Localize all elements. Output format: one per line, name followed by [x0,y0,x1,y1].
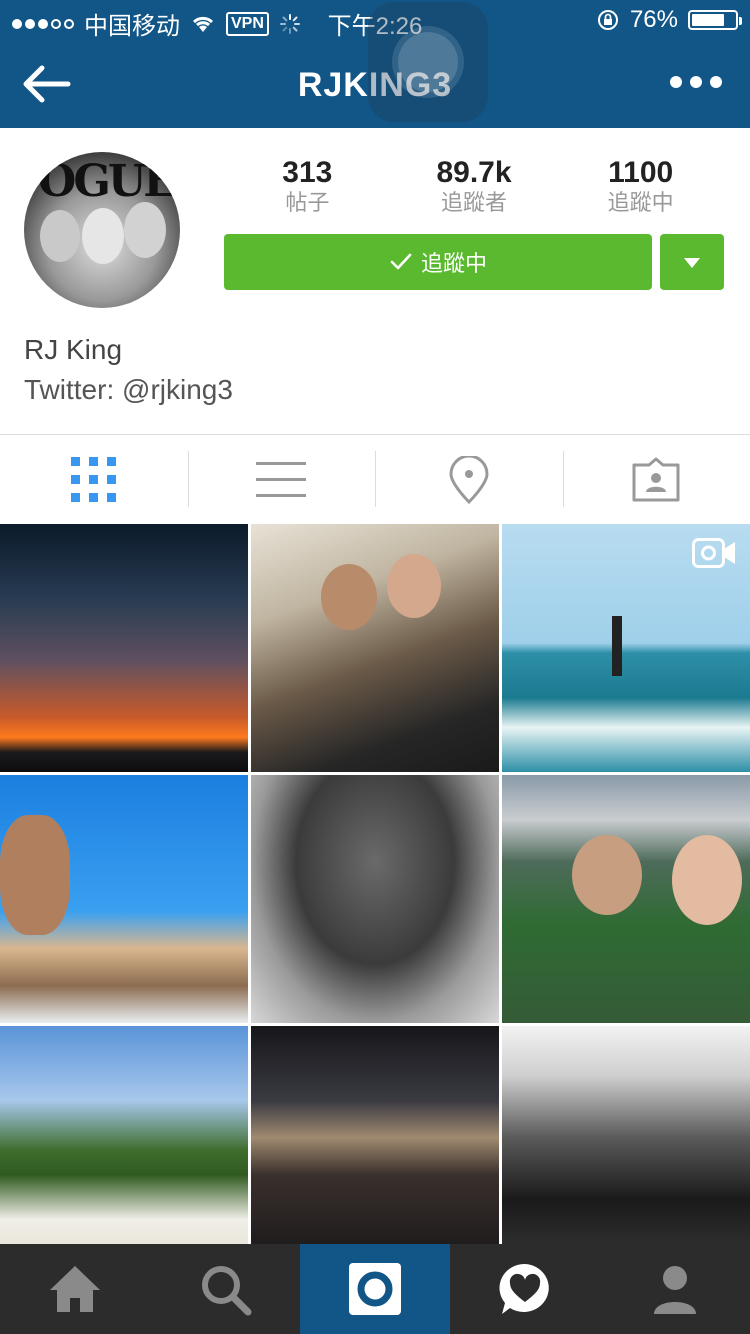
following-label: 追蹤中 [607,190,674,215]
grid-photo-group-bw[interactable] [502,1026,750,1244]
assistive-touch-button[interactable] [368,2,488,122]
search-icon [202,1266,252,1316]
checkmark-icon [390,253,412,270]
grid-photo-night-palm-selfie[interactable] [251,1026,499,1244]
home-icon [50,1266,100,1312]
tab-grid-view[interactable] [0,435,188,524]
followers-stat[interactable]: 89.7k 追蹤者 [391,156,558,216]
tab-activity[interactable] [450,1244,600,1334]
posts-count: 313 [282,156,333,189]
tab-tagged[interactable] [562,435,750,524]
profile-header: OGUE 313 帖子 89.7k 追蹤者 1100 追蹤中 追蹤中 RJ Ki… [0,128,750,434]
followers-label: 追蹤者 [441,190,508,215]
grid-photo-two-men-hug[interactable] [251,524,499,772]
list-icon [256,461,307,497]
heart-bubble-icon [499,1263,549,1314]
grid-photo-mud-bath[interactable] [251,775,499,1023]
photo-grid [0,524,750,1244]
video-icon [692,538,735,568]
profile-name: RJ King [24,334,123,365]
location-pin-icon [449,455,489,504]
tagged-person-icon [632,457,680,501]
following-button[interactable]: 追蹤中 [224,234,652,290]
grid-icon [70,456,116,502]
following-stat[interactable]: 1100 追蹤中 [557,156,724,216]
profile-bio[interactable]: Twitter: @rjking3 [24,374,233,406]
avatar[interactable]: OGUE [24,152,180,308]
grid-photo-boat-group[interactable] [0,775,248,1023]
rotation-lock-icon [597,10,618,30]
grid-photo-beach-palm[interactable] [0,1026,248,1244]
grid-photo-stadium-selfie[interactable] [502,775,750,1023]
more-options-icon[interactable] [670,76,722,88]
header: 中国移动 VPN 下午2:26 76% RJKING3 [0,0,750,128]
grid-photo-sunset-sky[interactable] [0,524,248,772]
suggestions-dropdown-button[interactable] [660,234,724,290]
bottom-tab-bar [0,1244,750,1334]
posts-label: 帖子 [285,190,330,215]
battery-percent: 76% [629,6,678,33]
battery-icon [688,10,742,30]
avatar-magazine-title: OGUE [38,156,177,207]
tab-search[interactable] [150,1244,300,1334]
followers-count: 89.7k [436,156,512,189]
posts-stat[interactable]: 313 帖子 [224,156,391,216]
profile-stats: 313 帖子 89.7k 追蹤者 1100 追蹤中 [224,156,724,216]
grid-photo-flyboard-ocean[interactable] [502,524,750,772]
tab-profile[interactable] [600,1244,750,1334]
tab-home[interactable] [0,1244,150,1334]
tab-places[interactable] [375,435,563,524]
status-right: 76% [596,6,742,34]
following-button-label: 追蹤中 [420,251,487,276]
person-icon [654,1266,696,1314]
following-count: 1100 [608,156,674,189]
tab-list-view[interactable] [187,435,376,524]
camera-icon [349,1263,401,1315]
tab-camera[interactable] [300,1244,450,1334]
profile-view-tabs [0,434,750,524]
